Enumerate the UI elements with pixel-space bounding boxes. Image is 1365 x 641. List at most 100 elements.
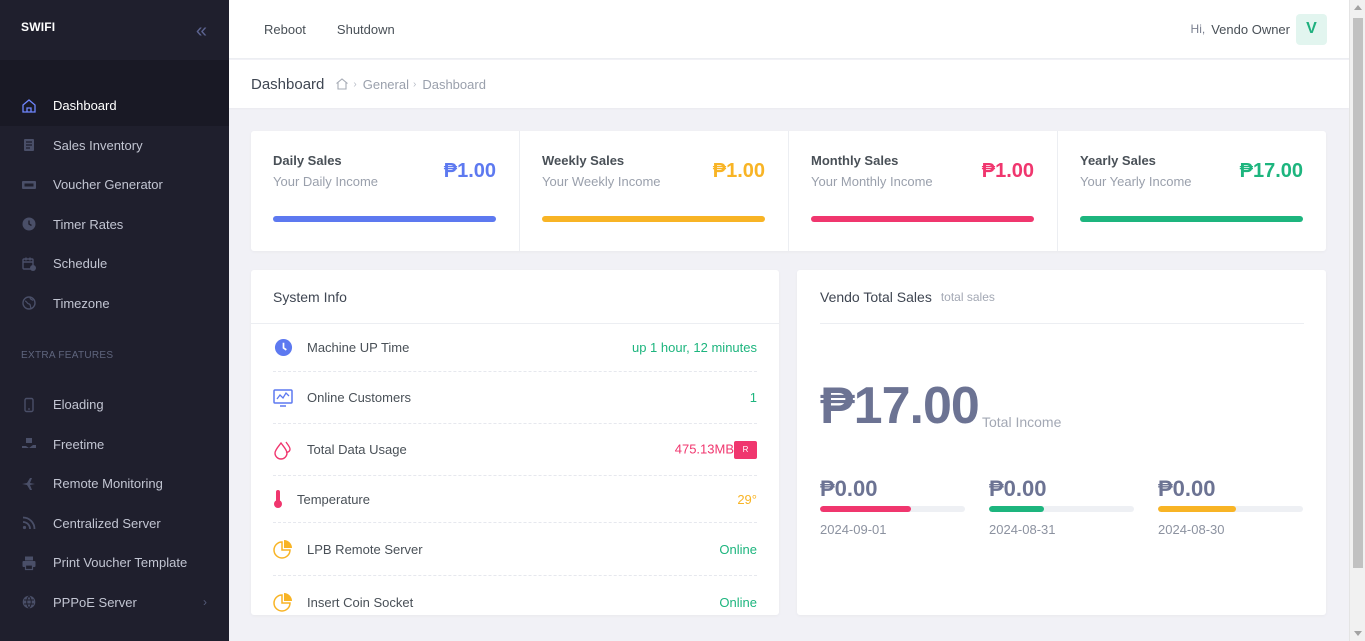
sidebar-item-label: Schedule	[53, 256, 108, 272]
breadcrumb-general[interactable]: General	[363, 77, 409, 92]
sidebar-header: SWIFI «	[0, 0, 229, 60]
sidebar-item-print-voucher-template[interactable]: Print Voucher Template	[0, 543, 229, 583]
card-header: Vendo Total Sales total sales	[820, 270, 1304, 324]
daily-sales-item: ₱0.00 2024-08-31	[989, 476, 1134, 537]
clock-icon	[273, 338, 293, 358]
day-date: 2024-09-01	[820, 522, 887, 537]
sidebar-item-centralized-server[interactable]: Centralized Server	[0, 504, 229, 544]
info-label: Insert Coin Socket	[307, 594, 414, 610]
sidebar-item-label: Dashboard	[53, 98, 117, 114]
brand-logo[interactable]: SWIFI	[21, 20, 55, 34]
reset-badge[interactable]: R	[734, 440, 757, 459]
collapse-sidebar-icon[interactable]: «	[196, 21, 207, 41]
yearly-sales-stat: Yearly Sales Your Yearly Income ₱17.00	[1058, 131, 1326, 251]
sidebar-item-timezone[interactable]: Timezone	[0, 284, 229, 324]
info-value: up 1 hour, 12 minutes	[631, 340, 757, 355]
info-row-data-usage: Total Data Usage 475.13MB R	[273, 424, 757, 476]
day-progress-track	[820, 506, 965, 512]
total-income-label: Total Income	[982, 414, 1062, 430]
home-icon	[21, 98, 37, 114]
daily-sales-stat: Daily Sales Your Daily Income ₱1.00	[251, 131, 520, 251]
day-progress-fill	[989, 506, 1045, 512]
reboot-button[interactable]: Reboot	[264, 22, 306, 37]
vendo-total-sales-card: Vendo Total Sales total sales ₱17.00 Tot…	[797, 270, 1326, 615]
sales-stats-card: Daily Sales Your Daily Income ₱1.00 Week…	[251, 131, 1326, 251]
sidebar-band	[0, 60, 229, 86]
day-sales-value: ₱0.00	[989, 476, 1047, 501]
breadcrumb-separator: ›	[353, 78, 357, 90]
sidebar-item-label: Sales Inventory	[53, 137, 143, 153]
greeting-text: Hi,	[1190, 22, 1206, 36]
stat-progress-bar	[811, 216, 1034, 222]
phone-icon	[21, 397, 37, 413]
top-bar: Reboot Shutdown Hi, Vendo Owner V	[229, 0, 1349, 59]
globe-icon	[21, 594, 37, 610]
info-row-insert-coin-socket: Insert Coin Socket Online	[273, 576, 757, 615]
stat-value: ₱1.00	[443, 160, 496, 182]
info-label: Total Data Usage	[307, 442, 407, 457]
system-info-card: System Info Machine UP Time up 1 hour, 1…	[251, 270, 779, 615]
day-date: 2024-08-31	[989, 522, 1056, 537]
sidebar-item-timer-rates[interactable]: Timer Rates	[0, 205, 229, 245]
stat-progress-bar	[273, 216, 496, 222]
sidebar-item-label: Eloading	[53, 397, 104, 413]
daily-sales-item: ₱0.00 2024-09-01	[820, 476, 965, 537]
stat-value: ₱1.00	[712, 160, 765, 182]
info-row-temperature: Temperature 29°	[273, 476, 757, 523]
info-label: Online Customers	[307, 390, 412, 405]
drops-icon	[273, 440, 293, 460]
info-label: Machine UP Time	[307, 340, 410, 355]
shutdown-button[interactable]: Shutdown	[337, 22, 395, 37]
info-value: 1	[749, 390, 757, 405]
sidebar-section-label: EXTRA FEATURES	[21, 350, 114, 361]
sidebar-item-label: Remote Monitoring	[53, 476, 163, 492]
gift-hand-icon	[21, 436, 37, 452]
day-date: 2024-08-30	[1158, 522, 1225, 537]
sidebar-item-remote-monitoring[interactable]: Remote Monitoring	[0, 464, 229, 504]
printer-icon	[21, 555, 37, 571]
day-progress-track	[989, 506, 1134, 512]
home-icon[interactable]	[335, 77, 349, 91]
card-subtitle: total sales	[940, 289, 995, 304]
pie-chart-icon	[273, 592, 293, 612]
sidebar-item-pppoe-server[interactable]: PPPoE Server ›	[0, 583, 229, 623]
info-row-uptime: Machine UP Time up 1 hour, 12 minutes	[273, 324, 757, 372]
sidebar: SWIFI « Dashboard Sales Inventory Vouche…	[0, 0, 229, 641]
sidebar-item-label: Voucher Generator	[53, 177, 163, 193]
rss-icon	[21, 515, 37, 531]
info-value: Online	[719, 594, 757, 610]
stat-value: ₱1.00	[981, 160, 1034, 182]
scroll-up-arrow-icon[interactable]	[1354, 5, 1362, 10]
thermometer-icon	[273, 489, 283, 509]
sidebar-item-sales-inventory[interactable]: Sales Inventory	[0, 126, 229, 166]
sidebar-item-schedule[interactable]: Schedule	[0, 244, 229, 284]
sidebar-item-label: Timezone	[53, 295, 110, 311]
page-scrollbar[interactable]	[1349, 0, 1365, 641]
sidebar-item-eloading[interactable]: Eloading	[0, 385, 229, 425]
info-value: 29°	[737, 491, 757, 507]
total-income-value: ₱17.00	[820, 377, 980, 435]
globe-icon	[21, 295, 37, 311]
pie-chart-icon	[273, 539, 293, 559]
sidebar-item-dashboard[interactable]: Dashboard	[0, 86, 229, 126]
calendar-icon	[21, 256, 37, 272]
sidebar-item-label: Print Voucher Template	[53, 555, 188, 571]
sidebar-item-label: PPPoE Server	[53, 594, 137, 610]
inventory-icon	[21, 137, 37, 153]
user-name[interactable]: Vendo Owner	[1211, 22, 1290, 37]
info-label: Temperature	[297, 491, 370, 507]
scrollbar-thumb[interactable]	[1353, 18, 1363, 568]
avatar[interactable]: V	[1296, 13, 1327, 45]
plane-icon	[21, 476, 37, 492]
sidebar-item-label: Centralized Server	[53, 515, 161, 531]
day-sales-value: ₱0.00	[1158, 476, 1216, 501]
data-usage-value: 475.13MB	[674, 440, 734, 456]
sidebar-item-freetime[interactable]: Freetime	[0, 425, 229, 465]
monthly-sales-stat: Monthly Sales Your Monthly Income ₱1.00	[789, 131, 1058, 251]
clock-icon	[21, 216, 37, 232]
sidebar-item-voucher-generator[interactable]: Voucher Generator	[0, 165, 229, 205]
info-label: LPB Remote Server	[307, 541, 423, 557]
sidebar-item-label: Freetime	[53, 436, 105, 452]
scroll-down-arrow-icon[interactable]	[1354, 631, 1362, 636]
day-progress-fill	[1158, 506, 1237, 512]
